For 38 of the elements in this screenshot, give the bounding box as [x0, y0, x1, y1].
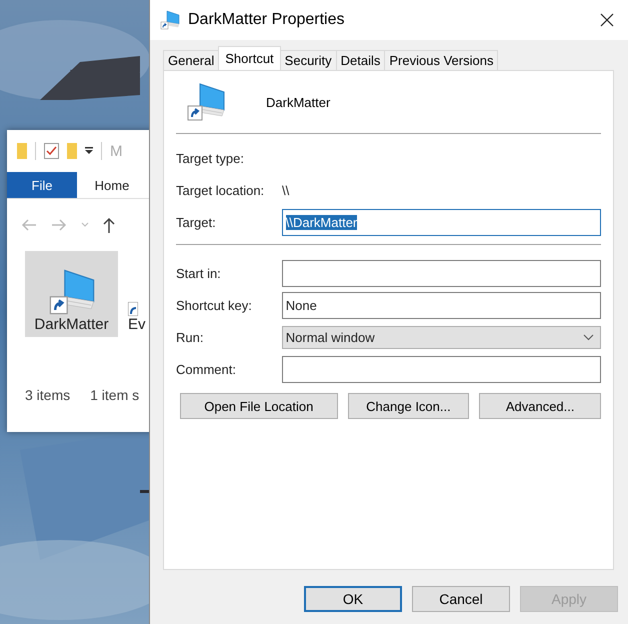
field-label: Run:: [176, 330, 204, 344]
field-value: \\: [282, 182, 290, 198]
shortcut-icon: [128, 302, 138, 316]
shortcut-icon: [186, 82, 226, 122]
close-icon[interactable]: [600, 13, 614, 27]
input-field[interactable]: \\DarkMatter: [282, 208, 601, 236]
shortcut-name: DarkMatter: [266, 94, 330, 110]
window-title: M: [110, 142, 122, 160]
tab[interactable]: Security: [280, 50, 337, 70]
tab[interactable]: Previous Versions: [384, 50, 498, 70]
field-label: Shortcut key:: [176, 298, 253, 312]
dropdown-icon[interactable]: [85, 147, 93, 155]
shortcut-icon: [160, 10, 180, 30]
up-icon[interactable]: [103, 217, 115, 233]
field-label: Target type:: [176, 150, 245, 166]
tab[interactable]: General: [163, 50, 220, 70]
dialog-button[interactable]: OK: [304, 586, 402, 612]
field-label: Start in:: [176, 266, 222, 280]
status-text: 1 item s: [90, 387, 140, 403]
chevron-icon: [583, 334, 594, 340]
ribbon-tab[interactable]: File: [7, 172, 77, 198]
dialog-button[interactable]: Cancel: [412, 586, 510, 612]
action-button[interactable]: Open File Location: [180, 393, 338, 419]
properties-icon[interactable]: [44, 143, 59, 159]
action-button[interactable]: Advanced...: [479, 393, 602, 419]
field-label: Target location:: [176, 182, 266, 198]
action-button[interactable]: Change Icon...: [348, 393, 470, 419]
run-dropdown[interactable]: Normal window: [282, 326, 601, 348]
field-label: Comment:: [176, 362, 237, 376]
input-field[interactable]: [282, 260, 601, 286]
input-field[interactable]: [282, 356, 601, 382]
status-text: 3 items: [25, 387, 70, 403]
input-field[interactable]: None: [282, 292, 601, 318]
field-label: Target:: [176, 214, 217, 230]
file-item[interactable]: DarkMatter: [25, 251, 118, 337]
tab[interactable]: Shortcut: [218, 46, 281, 70]
shortcut-icon: [48, 268, 96, 316]
window-title: DarkMatter Properties: [188, 11, 346, 29]
